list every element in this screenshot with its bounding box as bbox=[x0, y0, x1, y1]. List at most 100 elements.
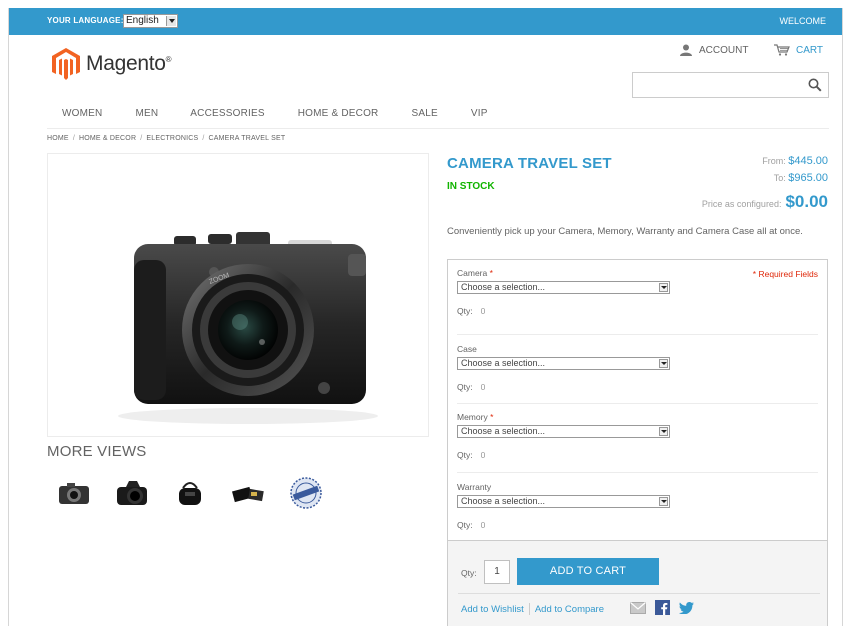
qty-value: 0 bbox=[480, 520, 486, 530]
add-to-wishlist-link[interactable]: Add to Wishlist bbox=[461, 604, 524, 615]
more-views-heading: MORE VIEWS bbox=[47, 443, 147, 460]
breadcrumb-electronics[interactable]: ELECTRONICS bbox=[146, 135, 198, 142]
magento-logo-icon bbox=[52, 48, 80, 80]
option-label: Memory * bbox=[457, 412, 818, 422]
logo-text: Magento® bbox=[86, 52, 172, 76]
add-to-cart-button[interactable]: ADD TO CART bbox=[517, 558, 659, 585]
qty-value: 0 bbox=[480, 306, 486, 316]
breadcrumb-separator: / bbox=[72, 135, 75, 142]
memory-select[interactable]: Choose a selection... bbox=[457, 425, 670, 438]
product-description: Conveniently pick up your Camera, Memory… bbox=[447, 226, 803, 237]
nav-item-women[interactable]: WOMEN bbox=[62, 108, 102, 119]
option-label-text: Case bbox=[457, 344, 477, 354]
page-frame: YOUR LANGUAGE: English WELCOME Magento® … bbox=[8, 8, 843, 626]
nav-item-home-decor[interactable]: HOME & DECOR bbox=[298, 108, 379, 119]
qty-label: Qty: bbox=[461, 568, 477, 578]
nav-item-accessories[interactable]: ACCESSORIES bbox=[190, 108, 264, 119]
required-star: * bbox=[490, 412, 494, 422]
main-nav: WOMEN MEN ACCESSORIES HOME & DECOR SALE … bbox=[47, 108, 521, 119]
product-links: Add to Wishlist Add to Compare bbox=[461, 603, 604, 615]
breadcrumb-home[interactable]: HOME bbox=[47, 135, 69, 142]
nav-item-sale[interactable]: SALE bbox=[411, 108, 437, 119]
price-to: To: $965.00 bbox=[774, 172, 828, 184]
warranty-seal-thumb-icon bbox=[290, 477, 322, 509]
option-label: Camera * bbox=[457, 268, 818, 278]
camera-select-value: Choose a selection... bbox=[461, 282, 546, 292]
add-to-cart-box: Qty: 1 ADD TO CART Add to Wishlist Add t… bbox=[447, 541, 828, 626]
logo[interactable]: Magento® bbox=[52, 46, 172, 82]
price-from-label: From: bbox=[762, 156, 786, 166]
nav-divider bbox=[47, 128, 829, 129]
dslr-thumb-icon bbox=[117, 481, 147, 505]
social-share bbox=[630, 600, 694, 615]
breadcrumb: HOME / HOME & DECOR / ELECTRONICS / CAMERA TRA… bbox=[47, 135, 285, 142]
qty-value: 0 bbox=[480, 450, 486, 460]
thumbnail-warranty[interactable] bbox=[287, 476, 325, 510]
top-bar: YOUR LANGUAGE: English WELCOME bbox=[9, 8, 842, 35]
brand-name: Magento bbox=[86, 52, 166, 75]
search-input[interactable] bbox=[632, 72, 829, 98]
option-label-text: Camera bbox=[457, 268, 488, 278]
price-from-value: $445.00 bbox=[788, 155, 828, 167]
nav-item-men[interactable]: MEN bbox=[135, 108, 158, 119]
warranty-select[interactable]: Choose a selection... bbox=[457, 495, 670, 508]
option-qty: Qty: 0 bbox=[457, 306, 818, 316]
price-configured-value: $0.00 bbox=[785, 192, 828, 211]
option-qty: Qty: 0 bbox=[457, 450, 818, 460]
language-value: English bbox=[126, 15, 159, 26]
option-label-text: Memory bbox=[457, 412, 488, 422]
welcome-message: WELCOME bbox=[779, 16, 826, 26]
stock-status: IN STOCK bbox=[447, 181, 495, 192]
qty-label: Qty: bbox=[457, 382, 473, 392]
bundle-options: * Required Fields Camera * Choose a sele… bbox=[447, 259, 828, 541]
price-configured: Price as configured: $0.00 bbox=[702, 192, 828, 212]
chevron-down-icon bbox=[659, 359, 668, 368]
cart-icon bbox=[774, 44, 790, 56]
breadcrumb-home-decor[interactable]: HOME & DECOR bbox=[79, 135, 136, 142]
chevron-down-icon bbox=[659, 283, 668, 292]
camera-select[interactable]: Choose a selection... bbox=[457, 281, 670, 294]
memory-card-thumb-icon bbox=[232, 486, 264, 503]
thumbnail-camera[interactable] bbox=[55, 476, 93, 510]
nav-item-vip[interactable]: VIP bbox=[471, 108, 488, 119]
camera-thumb-icon bbox=[59, 483, 89, 504]
account-link[interactable]: ACCOUNT bbox=[679, 44, 748, 56]
account-label: ACCOUNT bbox=[699, 44, 749, 56]
qty-label: Qty: bbox=[457, 520, 473, 530]
thumbnail-dslr[interactable] bbox=[113, 476, 151, 510]
qty-value: 0 bbox=[480, 382, 486, 392]
add-to-compare-link[interactable]: Add to Compare bbox=[535, 604, 604, 615]
email-icon[interactable] bbox=[630, 601, 646, 614]
product-main-image[interactable]: ZOOM bbox=[47, 153, 429, 437]
facebook-icon[interactable] bbox=[655, 600, 670, 615]
breadcrumb-separator: / bbox=[140, 135, 143, 142]
language-select[interactable]: English bbox=[123, 14, 178, 28]
cart-divider bbox=[458, 593, 820, 594]
link-divider bbox=[528, 603, 530, 615]
price-to-value: $965.00 bbox=[788, 172, 828, 184]
qty-input[interactable]: 1 bbox=[484, 560, 510, 584]
cart-label: CART bbox=[796, 44, 824, 56]
thumbnail-memory[interactable] bbox=[229, 476, 267, 510]
price-configured-label: Price as configured: bbox=[701, 199, 782, 209]
product-title: CAMERA TRAVEL SET bbox=[447, 155, 612, 172]
chevron-down-icon bbox=[166, 16, 176, 26]
price-to-label: To: bbox=[773, 173, 786, 183]
option-memory: Memory * Choose a selection... Qty: 0 bbox=[457, 412, 818, 460]
case-select-value: Choose a selection... bbox=[461, 358, 546, 368]
price-from: From: $445.00 bbox=[762, 155, 828, 167]
option-qty: Qty: 0 bbox=[457, 520, 818, 530]
option-label-text: Warranty bbox=[457, 482, 492, 492]
search-icon[interactable] bbox=[808, 78, 822, 92]
option-divider bbox=[457, 403, 818, 404]
option-warranty: Warranty Choose a selection... Qty: 0 bbox=[457, 482, 818, 530]
breadcrumb-separator: / bbox=[202, 135, 205, 142]
thumbnail-strip bbox=[55, 476, 325, 510]
cart-link[interactable]: CART bbox=[774, 44, 823, 56]
user-icon bbox=[680, 44, 692, 56]
option-divider bbox=[457, 472, 818, 473]
warranty-select-value: Choose a selection... bbox=[461, 496, 546, 506]
twitter-icon[interactable] bbox=[679, 601, 694, 614]
case-select[interactable]: Choose a selection... bbox=[457, 357, 670, 370]
thumbnail-case[interactable] bbox=[171, 476, 209, 510]
